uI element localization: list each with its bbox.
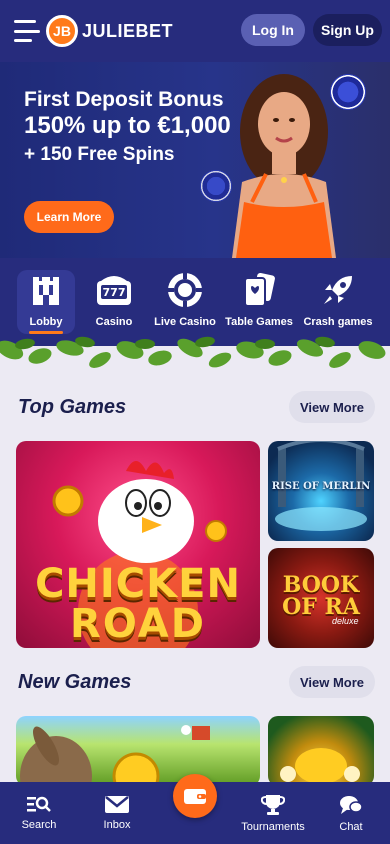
nav-label: Search: [21, 819, 57, 831]
trophy-icon: [261, 795, 285, 815]
chat-bubble-icon: [340, 796, 363, 814]
game-tile-new-2[interactable]: [268, 716, 374, 786]
signup-button[interactable]: Sign Up: [313, 14, 382, 46]
brand-logo[interactable]: JB JULIEBET: [46, 15, 173, 47]
game-title: BOOK OF RA: [268, 574, 374, 618]
slot-reels-text: 777: [103, 286, 126, 299]
casino-chip-icon: [165, 270, 205, 310]
slot-machine-icon: 777: [94, 270, 134, 310]
game-subtitle: deluxe: [332, 616, 359, 626]
view-more-top-games-button[interactable]: View More: [289, 391, 375, 423]
envelope-icon: [105, 796, 129, 813]
category-crash-games[interactable]: Crash games: [303, 270, 373, 334]
nav-chat[interactable]: Chat: [334, 782, 368, 844]
castle-icon: [26, 270, 66, 310]
game-title-line2: ROAD: [70, 601, 206, 647]
login-button[interactable]: Log In: [241, 14, 305, 46]
playing-cards-icon: [239, 270, 279, 310]
promo-spins: + 150 Free Spins: [24, 144, 175, 165]
category-label: Casino: [95, 316, 133, 328]
promo-banner[interactable]: First Deposit Bonus 150% up to €1,000 + …: [0, 62, 390, 258]
wallet-button[interactable]: [173, 774, 217, 818]
game-title-line2: OF RA: [282, 594, 360, 620]
category-bar: Lobby 777 Casino Live Casino Table Games…: [0, 258, 390, 346]
brand-mark: JB: [46, 15, 78, 47]
learn-more-button[interactable]: Learn More: [24, 201, 114, 233]
rocket-icon: [318, 270, 358, 310]
nav-label: Tournaments: [241, 821, 305, 833]
brand-name: JULIEBET: [82, 20, 174, 41]
nav-tournaments[interactable]: Tournaments: [238, 782, 308, 844]
category-label: Lobby: [29, 316, 63, 328]
game-tile-book-of-ra[interactable]: BOOK OF RA deluxe: [268, 548, 374, 648]
nav-label: Inbox: [103, 819, 131, 831]
game-title: RISE OF MERLIN: [271, 481, 371, 492]
category-label: Table Games: [225, 316, 293, 328]
section-title-new-games: New Games: [18, 671, 132, 693]
game-tile-rise-of-merlin[interactable]: RISE OF MERLIN: [268, 441, 374, 541]
active-indicator: [29, 331, 63, 334]
game-art-image: [20, 725, 210, 786]
category-live-casino[interactable]: Live Casino: [154, 270, 216, 334]
category-label: Live Casino: [154, 316, 216, 328]
category-lobby[interactable]: Lobby: [17, 270, 75, 334]
section-title-top-games: Top Games: [18, 396, 127, 418]
category-table-games[interactable]: Table Games: [225, 270, 293, 334]
wallet-icon: [184, 789, 206, 804]
promo-title: First Deposit Bonus: [24, 88, 224, 111]
search-icon: [27, 796, 51, 812]
game-tile-new-1[interactable]: [16, 716, 260, 786]
game-title-line1: BOOK: [282, 572, 360, 598]
leaf-border-decoration: [0, 336, 386, 368]
menu-icon[interactable]: [14, 20, 40, 42]
game-tile-chicken-road[interactable]: CHICKEN ROAD: [16, 441, 260, 648]
game-art-image: [280, 748, 360, 784]
promo-amount: 150% up to €1,000: [24, 112, 231, 139]
category-label: Crash games: [303, 316, 373, 328]
view-more-new-games-button[interactable]: View More: [289, 666, 375, 698]
nav-label: Chat: [339, 821, 363, 833]
nav-inbox[interactable]: Inbox: [96, 782, 138, 844]
nav-search[interactable]: Search: [18, 782, 60, 844]
category-casino[interactable]: 777 Casino: [92, 270, 136, 334]
casino-chip-decoration: [330, 74, 366, 110]
